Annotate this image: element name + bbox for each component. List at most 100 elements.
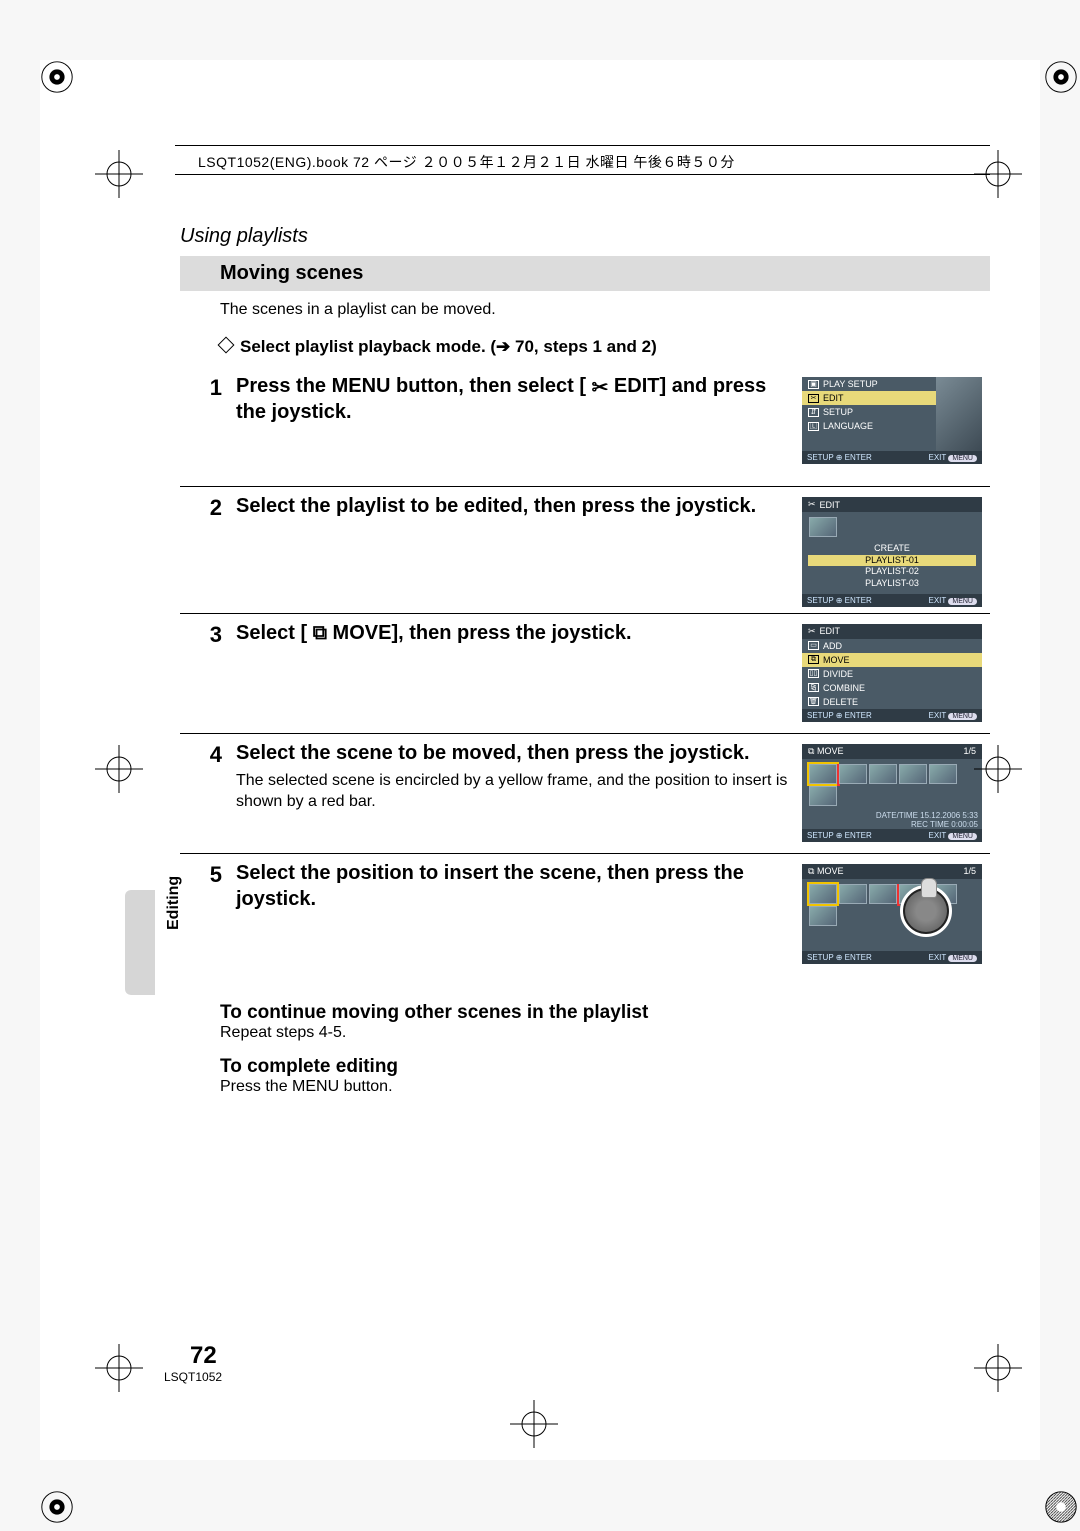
scene-thumb	[869, 884, 897, 904]
registration-mark-icon	[974, 150, 1022, 198]
step-title-pre: Select [	[236, 622, 313, 644]
setup-icon: ⇵	[808, 408, 819, 417]
section-title: Moving scenes	[180, 256, 990, 291]
arrow-right-icon: ➔	[496, 337, 510, 357]
playlist-create: CREATE	[808, 543, 976, 555]
prelim-ref: 70, steps 1 and 2)	[510, 337, 656, 356]
shot-title-bar: ✂EDIT	[802, 624, 982, 639]
crop-mark-icon	[38, 58, 76, 96]
footer-exit: EXIT MENU	[929, 596, 978, 605]
registration-mark-icon	[95, 745, 143, 793]
edit-row-delete: 🗑DELETE	[802, 695, 982, 709]
tail-section: To continue moving other scenes in the p…	[180, 1002, 990, 1096]
joystick-hand-icon	[900, 885, 952, 937]
step-body: Select the scene to be moved, then press…	[236, 740, 802, 847]
step-body: Select the position to insert the scene,…	[236, 860, 802, 968]
header-rule-top	[175, 145, 990, 146]
page-number: 72	[190, 1342, 217, 1370]
edit-row-move: ⧉MOVE	[802, 653, 982, 667]
step-number: 5	[180, 860, 236, 968]
footer-exit: EXIT MENU	[929, 711, 978, 720]
shot-footer: SETUP ⊕ ENTER EXIT MENU	[802, 451, 982, 464]
crop-mark-icon	[38, 1488, 76, 1526]
step-body: Press the MENU button, then select [ ✂ E…	[236, 373, 802, 480]
diamond-icon	[218, 337, 235, 354]
step-5: 5 Select the position to insert the scen…	[180, 854, 990, 974]
step-number: 1	[180, 373, 236, 480]
shot-body: CREATE PLAYLIST-01 PLAYLIST-02 PLAYLIST-…	[802, 512, 982, 594]
rec-time-line: REC TIME 0:00:05	[802, 820, 982, 829]
step-screenshot: ▣PLAY SETUP ✂EDIT ⇵SETUP 🄻LANGUAGE SETUP…	[802, 373, 990, 480]
step-title: Select [ ⧉ MOVE], then press the joystic…	[236, 620, 794, 646]
shot-footer: SETUP ⊕ ENTER EXIT MENU	[802, 829, 982, 842]
scene-thumb	[809, 906, 837, 926]
footer-exit: EXIT MENU	[929, 453, 978, 462]
playlist-02: PLAYLIST-02	[808, 566, 976, 578]
step-4: 4 Select the scene to be moved, then pre…	[180, 734, 990, 854]
scene-thumb-selected	[809, 884, 837, 904]
step-title: Select the scene to be moved, then press…	[236, 740, 794, 766]
playlist-thumb	[809, 517, 837, 537]
delete-icon: 🗑	[808, 697, 819, 706]
shot-body	[802, 759, 982, 811]
step-number: 3	[180, 620, 236, 727]
registration-mark-icon	[95, 1344, 143, 1392]
playlist-03: PLAYLIST-03	[808, 578, 976, 590]
footer-setup-enter: SETUP ⊕ ENTER	[807, 831, 872, 840]
playlist-list: CREATE PLAYLIST-01 PLAYLIST-02 PLAYLIST-…	[808, 543, 976, 590]
scene-thumb-selected	[809, 764, 837, 784]
shot-title-bar: ✂EDIT	[802, 497, 982, 512]
shot-body	[802, 879, 982, 951]
combine-icon: ⧎	[808, 683, 819, 692]
play-setup-icon: ▣	[808, 380, 819, 389]
shot-title-bar: ⧉ MOVE 1/5	[802, 744, 982, 759]
intro-text: The scenes in a playlist can be moved.	[180, 301, 990, 319]
page: LSQT1052(ENG).book 72 ページ ２００５年１２月２１日 水曜…	[40, 60, 1040, 1460]
step-title: Press the MENU button, then select [ ✂ E…	[236, 373, 794, 425]
menu-shot-3: ✂EDIT ▭ADD ⧉MOVE ▯▯DIVIDE ⧎COMBINE 🗑DELE…	[802, 624, 982, 722]
scissors-icon: ✂	[808, 626, 816, 637]
side-label: Editing	[165, 876, 183, 930]
step-body: Select [ ⧉ MOVE], then press the joystic…	[236, 620, 802, 727]
scene-thumb	[809, 786, 837, 806]
doc-code: LSQT1052	[164, 1370, 222, 1384]
header-rule-bottom	[175, 174, 990, 175]
move-icon: ⧉	[313, 620, 327, 646]
footer-setup-enter: SETUP ⊕ ENTER	[807, 596, 872, 605]
shot-footer: SETUP ⊕ ENTER EXIT MENU	[802, 709, 982, 722]
step-subtext: The selected scene is encircled by a yel…	[236, 770, 794, 813]
menu-row-play-setup: ▣PLAY SETUP	[802, 377, 936, 391]
divide-icon: ▯▯	[808, 669, 819, 678]
language-icon: 🄻	[808, 422, 819, 431]
step-title: Select the playlist to be edited, then p…	[236, 493, 794, 519]
step-3: 3 Select [ ⧉ MOVE], then press the joyst…	[180, 614, 990, 734]
crop-mark-icon	[1042, 58, 1080, 96]
step-screenshot: ⧉ MOVE 1/5 DATE/TIME 15.12.2006 5:33 REC…	[802, 740, 990, 847]
counter: 1/5	[963, 866, 976, 876]
registration-mark-icon	[95, 150, 143, 198]
menu-row-language: 🄻LANGUAGE	[802, 419, 936, 433]
crop-mark-icon	[1042, 1488, 1080, 1526]
header-meta: LSQT1052(ENG).book 72 ページ ２００５年１２月２１日 水曜…	[198, 152, 735, 172]
move-icon: ⧉	[808, 746, 814, 756]
step-number: 4	[180, 740, 236, 847]
scene-thumb	[839, 764, 867, 784]
scene-thumb	[929, 764, 957, 784]
shot-footer: SETUP ⊕ ENTER EXIT MENU	[802, 594, 982, 607]
menu-shot-4: ⧉ MOVE 1/5 DATE/TIME 15.12.2006 5:33 REC…	[802, 744, 982, 842]
scene-thumb	[899, 764, 927, 784]
side-tab	[125, 890, 155, 995]
playlist-01: PLAYLIST-01	[808, 555, 976, 567]
tail-heading-complete: To complete editing	[220, 1056, 990, 1078]
menu-row-edit: ✂EDIT	[802, 391, 936, 405]
thumb-grid	[808, 763, 976, 807]
registration-mark-icon	[510, 1400, 558, 1448]
step-screenshot: ✂EDIT CREATE PLAYLIST-01 PLAYLIST-02 PLA…	[802, 493, 990, 607]
tail-body-continue: Repeat steps 4-5.	[220, 1024, 990, 1042]
add-icon: ▭	[808, 641, 819, 650]
edit-row-divide: ▯▯DIVIDE	[802, 667, 982, 681]
footer-setup-enter: SETUP ⊕ ENTER	[807, 953, 872, 962]
scene-thumb	[839, 884, 867, 904]
content-area: Using playlists Moving scenes The scenes…	[180, 225, 990, 1102]
edit-row-add: ▭ADD	[802, 639, 982, 653]
